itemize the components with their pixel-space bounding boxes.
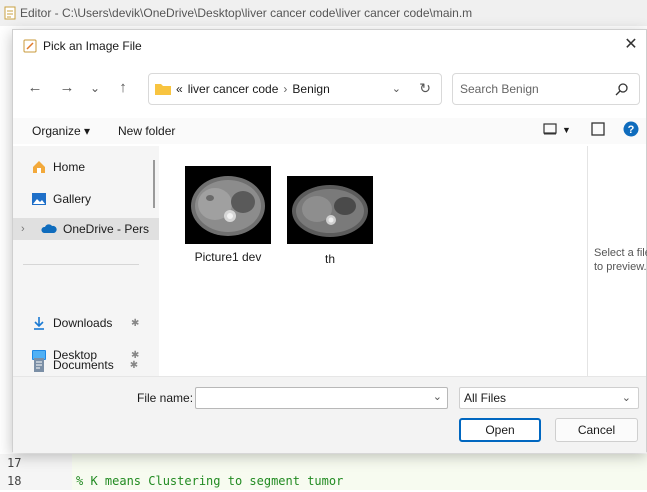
editor-title-bar: Editor - C:\Users\devik\OneDrive\Desktop… <box>0 0 647 26</box>
toolbar: Organize ▾ New folder ▼ ? <box>13 118 646 144</box>
file-name: Picture1 dev <box>194 250 262 264</box>
line-number: 18 <box>0 472 42 490</box>
code-line[interactable]: 18 % K means Clustering to segment tumor <box>0 472 647 490</box>
sidebar-item-label: Gallery <box>53 192 92 206</box>
ct-scan-image <box>287 176 373 244</box>
navigation-pane: Home Gallery › OneDrive - Pers Downloads… <box>13 146 159 378</box>
code-line[interactable]: 17 <box>0 454 647 472</box>
sidebar-item-label: Downloads <box>53 316 113 330</box>
svg-text:?: ? <box>628 124 635 136</box>
preview-message: Select a file to preview. <box>594 247 647 273</box>
cancel-button[interactable]: Cancel <box>555 418 638 442</box>
navigation-bar: ← → ⌄ ↑ « liver cancer code › Benign ⌄ ↻… <box>13 70 646 108</box>
file-item[interactable]: Picture1 dev <box>185 166 271 264</box>
file-type-value: All Files <box>464 391 507 405</box>
file-name: th <box>324 252 335 266</box>
dialog-title-bar[interactable]: Pick an Image File ✕ <box>13 30 646 62</box>
sidebar-item-downloads[interactable]: Downloads <box>31 312 112 334</box>
sidebar-divider <box>23 264 139 265</box>
file-item[interactable]: th <box>287 176 373 266</box>
file-list: Picture1 dev th <box>165 146 585 378</box>
sidebar-item-label: Documents <box>53 358 114 372</box>
download-icon <box>34 317 44 330</box>
chevron-down-icon[interactable]: ⌄ <box>433 390 442 403</box>
sidebar-item-label: Home <box>53 160 86 174</box>
address-bar[interactable]: « liver cancer code › Benign ⌄ ↻ <box>148 73 442 105</box>
dialog-app-icon <box>23 39 37 53</box>
code-text[interactable] <box>72 454 647 472</box>
dialog-title: Pick an Image File <box>43 39 142 53</box>
back-arrow-icon[interactable]: ← <box>25 78 45 98</box>
view-mode-icon[interactable] <box>543 122 557 136</box>
code-text[interactable]: % K means Clustering to segment tumor <box>72 472 647 490</box>
expand-chevron-icon[interactable]: › <box>21 223 35 235</box>
file-name-field[interactable]: ⌄ <box>195 387 448 409</box>
address-dropdown-icon[interactable]: ⌄ <box>392 82 401 95</box>
file-thumbnail <box>287 176 373 244</box>
breadcrumb-overflow[interactable]: « <box>176 82 183 96</box>
sidebar-item-onedrive[interactable]: › OneDrive - Pers <box>13 218 159 240</box>
gutter <box>42 472 72 490</box>
help-icon[interactable]: ? <box>623 121 639 137</box>
breadcrumb-benign[interactable]: Benign <box>292 82 329 96</box>
search-input[interactable]: Search Benign <box>460 82 539 96</box>
folder-icon <box>155 84 171 95</box>
refresh-icon[interactable]: ↻ <box>419 80 431 97</box>
line-number: 17 <box>0 454 42 472</box>
sidebar-item-home[interactable]: Home <box>31 156 85 178</box>
view-mode-chevron-icon[interactable]: ▼ <box>562 125 571 135</box>
pin-icon[interactable]: ✱ <box>130 360 138 371</box>
ct-scan-image <box>185 166 271 244</box>
editor-file-icon <box>4 6 16 20</box>
preview-pane-icon[interactable] <box>591 122 605 136</box>
breadcrumb-liver-cancer-code[interactable]: liver cancer code <box>188 82 279 96</box>
file-picker-dialog: Pick an Image File ✕ ← → ⌄ ↑ « liver can… <box>12 29 647 453</box>
open-button[interactable]: Open <box>459 418 541 442</box>
file-type-select[interactable]: All Files ⌄ <box>459 387 639 409</box>
code-editor[interactable]: 17 18 % K means Clustering to segment tu… <box>0 452 647 492</box>
sidebar-item-gallery[interactable]: Gallery <box>31 188 91 210</box>
up-arrow-icon[interactable]: ↑ <box>113 78 133 98</box>
dialog-footer: Documents ✱ File name: ⌄ All Files ⌄ Ope… <box>13 358 646 453</box>
gallery-icon <box>32 193 46 205</box>
home-icon <box>33 161 45 173</box>
documents-icon <box>34 358 44 372</box>
cloud-icon <box>41 224 57 233</box>
new-folder-button[interactable]: New folder <box>118 124 175 138</box>
pin-icon[interactable]: ✱ <box>131 318 139 329</box>
file-name-label: File name: <box>137 391 194 405</box>
sidebar-item-label: OneDrive - Pers <box>63 222 150 236</box>
sidebar-item-documents[interactable]: Documents ✱ <box>31 355 138 375</box>
search-box[interactable]: Search Benign <box>452 73 640 105</box>
breadcrumb-separator: › <box>283 82 288 96</box>
sidebar-scrollbar[interactable] <box>153 160 155 208</box>
search-icon[interactable] <box>615 82 629 96</box>
editor-title: Editor - C:\Users\devik\OneDrive\Desktop… <box>20 6 473 20</box>
close-icon[interactable]: ✕ <box>622 36 640 54</box>
organize-menu[interactable]: Organize ▾ <box>32 124 90 138</box>
preview-pane: Select a file to preview. <box>587 146 647 378</box>
forward-arrow-icon[interactable]: → <box>57 78 77 98</box>
chevron-down-icon[interactable]: ⌄ <box>622 391 631 404</box>
file-thumbnail <box>185 166 271 244</box>
recent-locations-chevron-icon[interactable]: ⌄ <box>85 78 105 98</box>
gutter <box>42 454 72 472</box>
